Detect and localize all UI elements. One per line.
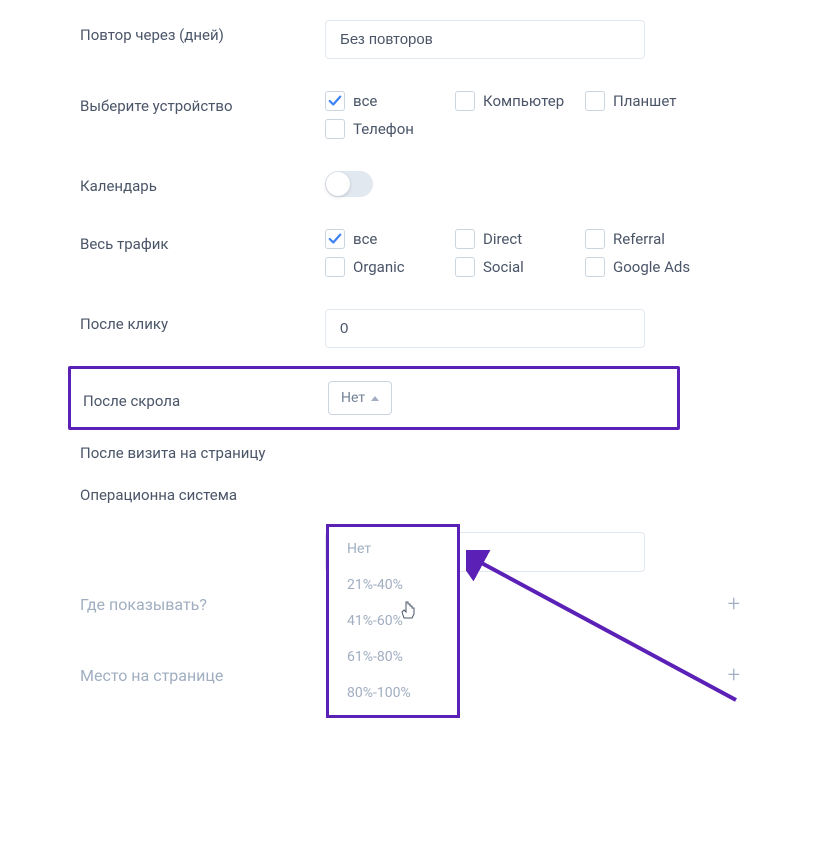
- label-repeat: Повтор через (дней): [80, 20, 325, 44]
- label-calendar: Календарь: [80, 171, 325, 195]
- dropdown-after-scroll: Нет 21%-40% 41%-60% 61%-80% 80%-100%: [326, 524, 460, 718]
- select-value: Нет: [341, 390, 365, 406]
- checkbox-label: Referral: [613, 230, 665, 248]
- traffic-option-direct[interactable]: Direct: [455, 229, 565, 249]
- traffic-checkbox-grid: все Direct Referral Organic Social Googl…: [325, 229, 813, 277]
- dropdown-option[interactable]: 80%-100%: [329, 675, 457, 701]
- row-calendar: Календарь: [80, 171, 813, 197]
- row-traffic: Весь трафик все Direct Referral Organic …: [80, 229, 813, 277]
- input-after-click[interactable]: [325, 309, 645, 348]
- dropdown-option[interactable]: Нет: [329, 541, 457, 567]
- label-after-visit: После визита на страницу: [80, 438, 325, 462]
- checkbox-label: Direct: [483, 230, 522, 248]
- checkbox-label: Планшет: [613, 92, 676, 110]
- checkbox-label: Social: [483, 258, 524, 276]
- checkbox-icon[interactable]: [325, 91, 345, 111]
- device-option-phone[interactable]: Телефон: [325, 119, 435, 139]
- row-after-click: После клику: [80, 309, 813, 348]
- checkbox-icon[interactable]: [585, 257, 605, 277]
- device-checkbox-grid: все Компьютер Планшет Телефон: [325, 91, 813, 139]
- device-option-all[interactable]: все: [325, 91, 435, 111]
- traffic-option-social[interactable]: Social: [455, 257, 565, 277]
- traffic-option-all[interactable]: все: [325, 229, 435, 249]
- checkbox-label: Organic: [353, 258, 405, 276]
- label-device: Выберите устройство: [80, 91, 325, 115]
- input-repeat[interactable]: [325, 20, 645, 59]
- traffic-option-referral[interactable]: Referral: [585, 229, 695, 249]
- row-repeat: Повтор через (дней): [80, 20, 813, 59]
- checkbox-label: Google Ads: [613, 258, 690, 276]
- checkbox-label: все: [353, 92, 377, 110]
- label-after-click: После клику: [80, 309, 325, 333]
- toggle-calendar[interactable]: [325, 171, 373, 197]
- checkbox-label: Телефон: [353, 120, 414, 138]
- checkbox-icon[interactable]: [325, 229, 345, 249]
- row-after-visit: После визита на страницу: [80, 438, 813, 462]
- control-repeat: [325, 20, 813, 59]
- traffic-option-googleads[interactable]: Google Ads: [585, 257, 695, 277]
- control-after-scroll: Нет: [328, 381, 667, 415]
- label-os: Операционна система: [80, 480, 325, 504]
- accordion-label: Где показывать?: [80, 595, 207, 614]
- checkbox-icon[interactable]: [455, 91, 475, 111]
- dropdown-option[interactable]: 61%-80%: [329, 639, 457, 675]
- checkbox-icon[interactable]: [585, 91, 605, 111]
- label-after-scroll: После скрола: [71, 386, 328, 410]
- cursor-pointer-icon: [400, 600, 420, 622]
- row-device: Выберите устройство все Компьютер Планше…: [80, 91, 813, 139]
- label-traffic: Весь трафик: [80, 229, 325, 253]
- row-after-scroll-highlighted: После скрола Нет: [68, 366, 680, 430]
- checkbox-icon[interactable]: [325, 119, 345, 139]
- checkbox-label: все: [353, 230, 377, 248]
- dropdown-option[interactable]: 21%-40%: [329, 567, 457, 603]
- traffic-option-organic[interactable]: Organic: [325, 257, 435, 277]
- checkbox-icon[interactable]: [455, 229, 475, 249]
- control-after-click: [325, 309, 813, 348]
- device-option-computer[interactable]: Компьютер: [455, 91, 565, 111]
- accordion-label: Место на странице: [80, 666, 223, 685]
- toggle-knob: [326, 172, 350, 196]
- checkbox-icon[interactable]: [455, 257, 475, 277]
- arrow-annotation-icon: [466, 550, 746, 710]
- control-calendar: [325, 171, 813, 197]
- device-option-tablet[interactable]: Планшет: [585, 91, 695, 111]
- checkbox-icon[interactable]: [325, 257, 345, 277]
- chevron-up-icon: [371, 396, 379, 401]
- checkbox-label: Компьютер: [483, 92, 564, 110]
- checkbox-icon[interactable]: [585, 229, 605, 249]
- dropdown-option[interactable]: 41%-60%: [329, 603, 457, 639]
- row-os: Операционна система: [80, 480, 813, 504]
- select-after-scroll[interactable]: Нет: [328, 381, 392, 415]
